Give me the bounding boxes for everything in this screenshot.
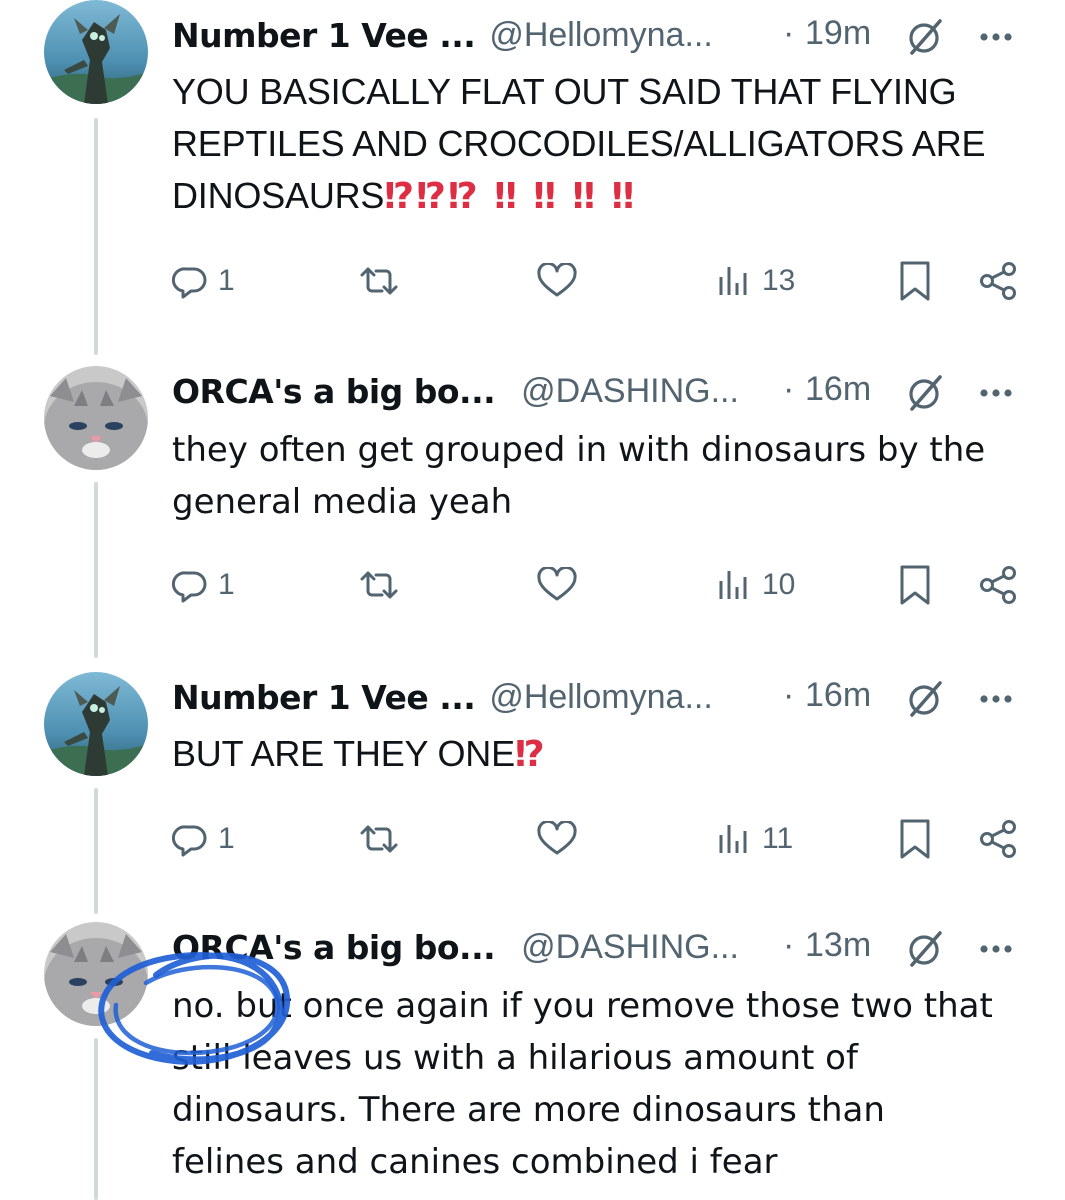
avatar-number1vee[interactable] (44, 0, 148, 104)
tweet-text: BUT ARE THEY ONE⁉ (172, 728, 1025, 781)
share-icon (980, 262, 1016, 300)
tweet-header: ORCA's a big bo... @DASHING... (172, 366, 1025, 416)
more-icon[interactable] (976, 929, 1016, 969)
thread-connector-line (94, 482, 98, 658)
repost-button[interactable] (358, 814, 400, 864)
timestamp[interactable]: 19m (805, 14, 871, 53)
thread-connector-line (94, 118, 98, 355)
separator-dot: · (783, 926, 795, 964)
tweet-3[interactable]: Number 1 Vee ... @Hellomyna... · 16m BUT… (0, 664, 1065, 914)
avatar-orca[interactable] (44, 922, 148, 1026)
reply-button[interactable]: 1 (172, 814, 235, 864)
tweet-text-main: no. but once again if you remove those t… (172, 986, 993, 1182)
tweet-text: YOU BASICALLY FLAT OUT SAID THAT FLYING … (172, 66, 1025, 223)
reply-count: 1 (218, 822, 235, 855)
timestamp[interactable]: 13m (805, 926, 871, 965)
share-button[interactable] (978, 560, 1018, 610)
views-icon (719, 267, 747, 295)
reply-icon (172, 825, 207, 857)
repost-icon (360, 267, 398, 295)
user-handle[interactable]: @Hellomyna... (489, 678, 712, 717)
reply-count: 1 (218, 568, 235, 601)
bookmark-button[interactable] (898, 256, 932, 306)
timestamp[interactable]: 16m (805, 370, 871, 409)
tweet-text-main: BUT ARE THEY ONE (172, 733, 515, 774)
reply-button[interactable]: 1 (172, 560, 235, 610)
separator-dot: · (783, 676, 795, 714)
user-handle[interactable]: @DASHING... (521, 928, 739, 967)
heart-icon (537, 567, 577, 601)
separator-dot: · (783, 370, 795, 408)
share-button[interactable] (978, 256, 1018, 306)
share-icon (980, 820, 1016, 858)
separator-dot: · (783, 14, 795, 52)
repost-icon (360, 825, 398, 853)
emphasis-emoji: ⁉⁉⁉ ‼ ‼ ‼ ‼ (384, 176, 637, 217)
action-bar: 1 10 (172, 560, 1032, 610)
avatar-number1vee[interactable] (44, 672, 148, 776)
user-handle[interactable]: @DASHING... (521, 372, 739, 411)
repost-icon (360, 571, 398, 599)
views-button[interactable]: 13 (716, 256, 795, 306)
avatar-orca[interactable] (44, 366, 148, 470)
bookmark-button[interactable] (898, 560, 932, 610)
display-name[interactable]: Number 1 Vee ... (172, 678, 476, 717)
action-bar: 1 11 (172, 814, 1032, 864)
grok-icon[interactable] (904, 929, 944, 969)
more-icon[interactable] (976, 373, 1016, 413)
views-button[interactable]: 10 (716, 560, 795, 610)
reply-thread: Number 1 Vee ... @Hellomyna... · 19m YOU… (0, 0, 1065, 1200)
repost-button[interactable] (358, 256, 400, 306)
bookmark-button[interactable] (898, 814, 932, 864)
like-button[interactable] (536, 814, 578, 864)
thread-connector-line (94, 1038, 98, 1200)
grok-icon[interactable] (904, 679, 944, 719)
tweet-text: they often get grouped in with dinosaurs… (172, 424, 1025, 528)
tweet-header: ORCA's a big bo... @DASHING... (172, 922, 1025, 972)
bookmark-icon (900, 565, 930, 605)
grok-icon[interactable] (904, 17, 944, 57)
tweet-4[interactable]: ORCA's a big bo... @DASHING... · 13m no.… (0, 916, 1065, 1200)
reply-count: 1 (218, 264, 235, 297)
tweet-header: Number 1 Vee ... @Hellomyna... (172, 672, 1025, 722)
timestamp[interactable]: 16m (805, 676, 871, 715)
like-button[interactable] (536, 256, 578, 306)
bookmark-icon (900, 819, 930, 859)
share-icon (980, 566, 1016, 604)
display-name[interactable]: Number 1 Vee ... (172, 16, 476, 55)
tweet-header: Number 1 Vee ... @Hellomyna... (172, 10, 1025, 60)
more-icon[interactable] (976, 17, 1016, 57)
display-name[interactable]: ORCA's a big bo... (172, 928, 496, 967)
repost-button[interactable] (358, 560, 400, 610)
user-handle[interactable]: @Hellomyna... (489, 16, 712, 55)
views-button[interactable]: 11 (716, 814, 793, 864)
emphasis-emoji: ⁉ (514, 734, 547, 775)
views-count: 11 (762, 822, 794, 855)
thread-connector-line (94, 788, 98, 914)
share-button[interactable] (978, 814, 1018, 864)
views-icon (719, 571, 747, 599)
reply-button[interactable]: 1 (172, 256, 235, 306)
heart-icon (537, 821, 577, 855)
reply-icon (172, 267, 207, 299)
grok-icon[interactable] (904, 373, 944, 413)
heart-icon (537, 263, 577, 297)
views-count: 10 (762, 568, 796, 601)
like-button[interactable] (536, 560, 578, 610)
tweet-text: no. but once again if you remove those t… (172, 980, 1025, 1188)
display-name[interactable]: ORCA's a big bo... (172, 372, 496, 411)
tweet-1[interactable]: Number 1 Vee ... @Hellomyna... · 19m YOU… (0, 0, 1065, 355)
tweet-2[interactable]: ORCA's a big bo... @DASHING... · 16m the… (0, 358, 1065, 658)
more-icon[interactable] (976, 679, 1016, 719)
reply-icon (172, 571, 207, 603)
action-bar: 1 13 (172, 256, 1032, 306)
bookmark-icon (900, 261, 930, 301)
views-count: 13 (762, 264, 796, 297)
views-icon (719, 825, 747, 853)
tweet-text-main: they often get grouped in with dinosaurs… (172, 430, 986, 522)
